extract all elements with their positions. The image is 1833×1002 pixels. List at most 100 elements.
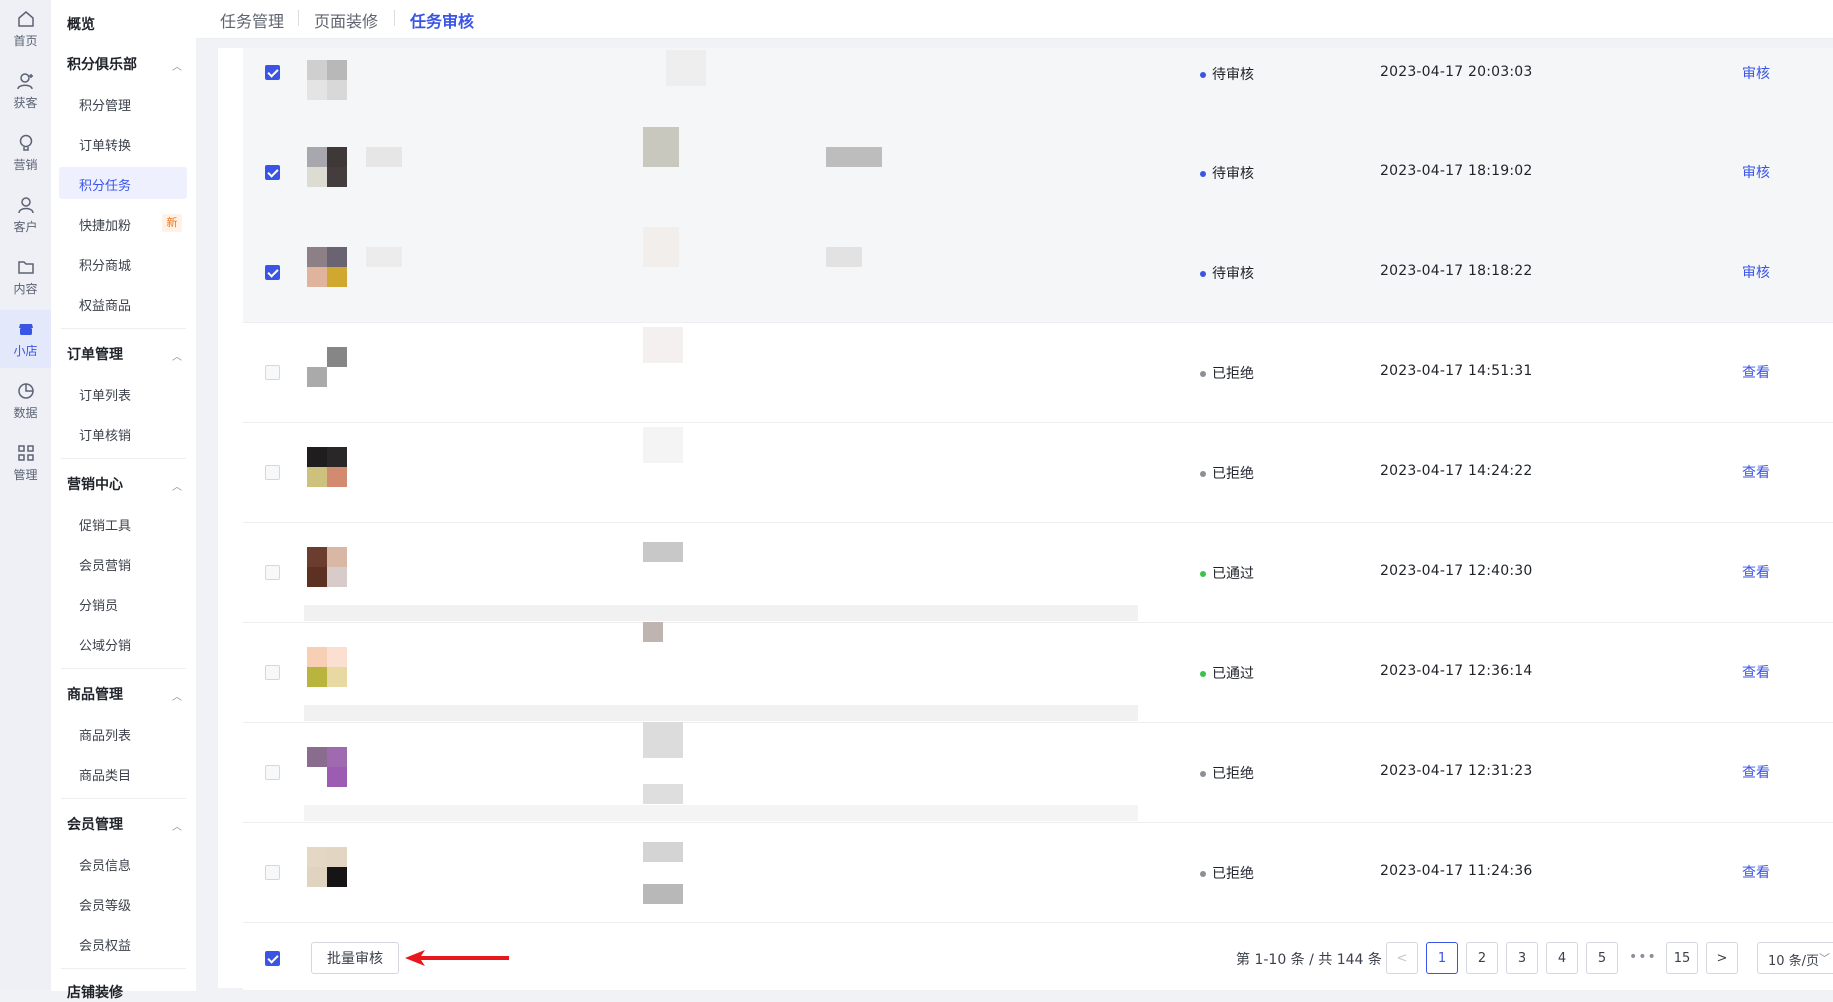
select-all-checkbox[interactable] [265,951,280,966]
prev-page-button[interactable]: < [1386,942,1418,974]
rail-item-label: 获客 [13,96,38,110]
table-row[interactable]: 已拒绝 2023-04-17 12:31:23 查看 [243,722,1833,823]
table-row[interactable]: 已通过 2023-04-17 12:40:30 查看 [243,522,1833,623]
table-row[interactable]: 待审核 2023-04-17 20:03:03 审核 [243,48,1833,123]
rail-item-label: 营销 [13,158,38,172]
breadcrumb-task-review[interactable]: 任务审核 [410,8,474,32]
page-5-button[interactable]: 5 [1586,942,1618,974]
table-row[interactable]: 已通过 2023-04-17 12:36:14 查看 [243,622,1833,723]
row-checkbox[interactable] [265,865,280,880]
rail-item-content[interactable]: 内容 [0,248,51,306]
subnav-group-marketing[interactable]: 营销中心 [67,474,123,494]
next-page-button[interactable]: > [1706,942,1738,974]
rail-item-data[interactable]: 数据 [0,372,51,430]
page-size-select[interactable]: 10 条/页 ﹀ [1757,942,1833,974]
subnav-group-points-club[interactable]: 积分俱乐部 [67,54,177,74]
page-3-button[interactable]: 3 [1506,942,1538,974]
subnav-item-points-task[interactable]: 积分任务 [79,175,131,194]
subnav-item-benefit-goods[interactable]: 权益商品 [79,295,131,314]
subnav-item-points-manage[interactable]: 积分管理 [79,95,131,114]
subnav-item-member-benefits[interactable]: 会员权益 [79,935,131,954]
table-row[interactable]: 已拒绝 2023-04-17 14:51:31 查看 [243,322,1833,423]
page-1-button[interactable]: 1 [1426,942,1458,974]
view-link[interactable]: 查看 [1742,862,1770,882]
subnav-item-promo-tools[interactable]: 促销工具 [79,515,131,534]
divider [394,10,395,26]
blurred-content [643,542,683,562]
row-checkbox[interactable] [265,365,280,380]
blurred-content [643,227,679,267]
folder-icon [17,261,34,274]
status-badge: 待审核 [1200,163,1254,183]
chevron-up-icon[interactable]: ︿ [172,688,182,703]
pagination-ellipsis[interactable]: ••• [1629,949,1657,965]
rail-item-customer[interactable]: 客户 [0,186,51,244]
view-link[interactable]: 查看 [1742,562,1770,582]
submit-time: 2023-04-17 18:18:22 [1380,263,1533,279]
subnav-item-member-info[interactable]: 会员信息 [79,855,131,874]
chevron-up-icon[interactable]: ︿ [172,348,182,363]
view-link[interactable]: 查看 [1742,662,1770,682]
user-avatar-thumb [307,247,347,287]
view-link[interactable]: 查看 [1742,762,1770,782]
user-avatar-thumb [307,147,347,187]
subnav-item-member-level[interactable]: 会员等级 [79,895,131,914]
row-checkbox[interactable] [265,465,280,480]
table-row[interactable]: 已拒绝 2023-04-17 11:24:36 查看 [243,822,1833,923]
subnav-overview[interactable]: 概览 [67,14,95,34]
bulb-icon [19,134,32,151]
review-link[interactable]: 审核 [1742,262,1770,282]
subnav-item-member-marketing[interactable]: 会员营销 [79,555,131,574]
subnav-group-store-decor[interactable]: 店铺装修 [67,982,123,1002]
subnav-item-order-verify[interactable]: 订单核销 [79,425,131,444]
row-checkbox[interactable] [265,665,280,680]
rail-item-marketing[interactable]: 营销 [0,124,51,182]
subnav-item-quick-follow[interactable]: 快捷加粉 [79,215,131,234]
row-checkbox[interactable] [265,165,280,180]
review-link[interactable]: 审核 [1742,63,1770,83]
row-checkbox[interactable] [265,65,280,80]
page-4-button[interactable]: 4 [1546,942,1578,974]
chevron-up-icon[interactable]: ︿ [172,478,182,493]
chevron-up-icon[interactable]: ︿ [172,818,182,833]
view-link[interactable]: 查看 [1742,362,1770,382]
rail-item-acquire[interactable]: 获客 [0,62,51,120]
view-link[interactable]: 查看 [1742,462,1770,482]
batch-review-button[interactable]: 批量审核 [311,942,399,974]
rail-item-shop[interactable]: 小店 [0,310,51,368]
subnav-item-order-convert[interactable]: 订单转换 [79,135,131,154]
subnav-group-products[interactable]: 商品管理 [67,684,123,704]
divider [61,668,186,669]
table-row[interactable]: 待审核 2023-04-17 18:19:02 审核 [243,122,1833,223]
user-avatar-thumb [307,60,347,100]
rail-item-label: 首页 [13,34,38,48]
rail-item-label: 小店 [13,344,38,358]
row-checkbox[interactable] [265,265,280,280]
submit-time: 2023-04-17 12:31:23 [1380,763,1533,779]
chevron-up-icon[interactable]: ︿ [172,58,182,73]
blurred-content [304,705,1138,721]
blurred-content [643,784,683,804]
table-row[interactable]: 待审核 2023-04-17 18:18:22 审核 [243,222,1833,323]
subnav-item-product-list[interactable]: 商品列表 [79,725,131,744]
breadcrumb-task-manage[interactable]: 任务管理 [220,8,284,32]
breadcrumb-page-decor[interactable]: 页面装修 [314,8,378,32]
subnav-item-product-category[interactable]: 商品类目 [79,765,131,784]
page-2-button[interactable]: 2 [1466,942,1498,974]
subnav-group-members[interactable]: 会员管理 [67,814,123,834]
row-checkbox[interactable] [265,565,280,580]
subnav-item-order-list[interactable]: 订单列表 [79,385,131,404]
subnav-item-distributor[interactable]: 分销员 [79,595,118,614]
shop-icon [18,324,33,335]
table-row[interactable]: 已拒绝 2023-04-17 14:24:22 查看 [243,422,1833,523]
review-link[interactable]: 审核 [1742,162,1770,182]
subnav-group-orders[interactable]: 订单管理 [67,344,123,364]
rail-item-manage[interactable]: 管理 [0,434,51,492]
subnav-item-points-mall[interactable]: 积分商城 [79,255,131,274]
page-15-button[interactable]: 15 [1666,942,1698,974]
user-avatar-thumb [307,747,347,787]
row-checkbox[interactable] [265,765,280,780]
rail-item-home[interactable]: 首页 [0,0,51,58]
blurred-content [304,605,1138,621]
subnav-item-public-distribution[interactable]: 公域分销 [79,635,131,654]
